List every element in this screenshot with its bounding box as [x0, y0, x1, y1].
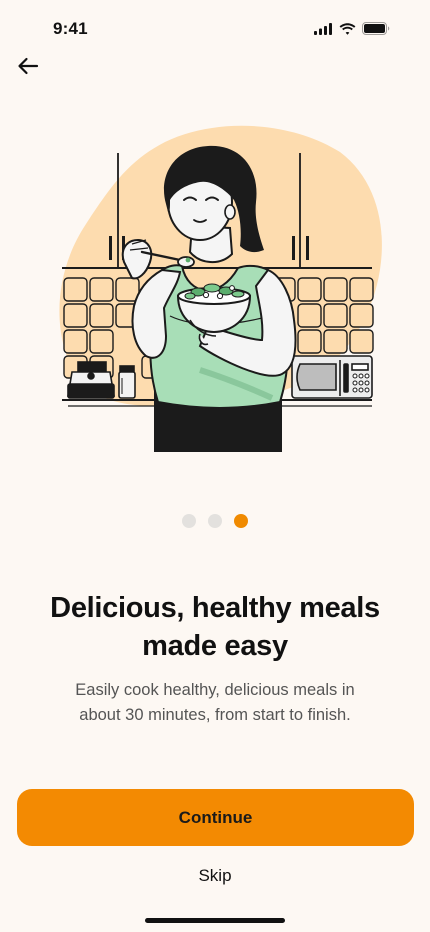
- page-title: Delicious, healthy meals made easy: [20, 589, 410, 665]
- signal-icon: [314, 22, 332, 35]
- arrow-left-icon: [18, 57, 39, 75]
- status-icons: [314, 22, 390, 35]
- home-indicator: [145, 918, 285, 923]
- back-button[interactable]: [14, 52, 42, 80]
- illustration: [50, 120, 390, 455]
- woman-eating-salad-illustration: [59, 125, 382, 452]
- title-line-2: made easy: [142, 630, 288, 662]
- page-description: Easily cook healthy, delicious meals in …: [40, 678, 390, 728]
- battery-icon: [362, 22, 390, 35]
- title-line-1: Delicious, healthy meals: [50, 592, 380, 624]
- wifi-icon: [339, 22, 356, 35]
- pagination-dot-active[interactable]: [234, 514, 248, 528]
- pagination-dots: [0, 514, 430, 528]
- pagination-dot[interactable]: [208, 514, 222, 528]
- skip-button[interactable]: Skip: [165, 862, 265, 890]
- status-time: 9:41: [53, 19, 88, 38]
- continue-button[interactable]: Continue: [17, 789, 414, 846]
- pagination-dot[interactable]: [182, 514, 196, 528]
- description-line-2: about 30 minutes, from start to finish.: [79, 706, 351, 724]
- description-line-1: Easily cook healthy, delicious meals in: [75, 681, 355, 699]
- status-bar: 9:41: [0, 0, 430, 56]
